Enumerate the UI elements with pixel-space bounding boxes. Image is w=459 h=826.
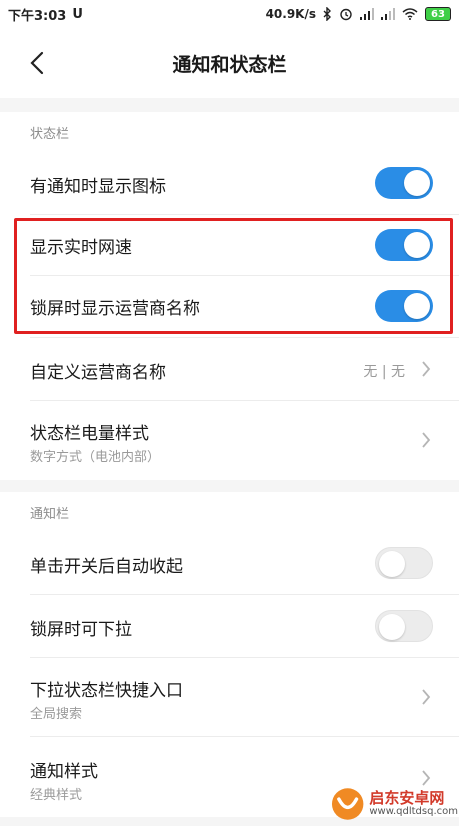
page-title: 通知和状态栏	[172, 54, 287, 76]
status-right-group: 40.9K/s 63	[266, 7, 451, 21]
row-label: 锁屏时可下拉	[30, 620, 132, 640]
watermark-logo-icon	[331, 788, 364, 820]
toggle-knob	[404, 170, 430, 196]
row-battery-style[interactable]: 状态栏电量样式 数字方式（电池内部）	[0, 401, 459, 479]
row-net-speed[interactable]: 显示实时网速	[0, 215, 459, 275]
row-label: 通知样式	[30, 762, 98, 782]
section-title-statusbar: 状态栏	[30, 127, 70, 142]
toggle-auto-collapse[interactable]	[375, 547, 433, 579]
toggle-carrier-lockscreen[interactable]	[375, 290, 433, 322]
row-value: 无 | 无	[363, 364, 405, 380]
toggle-knob	[404, 232, 430, 258]
row-lockscreen-pulldown[interactable]: 锁屏时可下拉	[0, 595, 459, 657]
status-app-indicator: U	[72, 6, 83, 22]
status-time: 下午3:03	[8, 8, 67, 24]
chevron-right-icon	[422, 689, 431, 705]
row-auto-collapse[interactable]: 单击开关后自动收起	[0, 532, 459, 594]
signal-icon-2	[381, 8, 395, 20]
watermark-brand: 启东安卓网	[369, 788, 445, 807]
status-net-speed: 40.9K/s	[265, 7, 316, 21]
header: 通知和状态栏	[0, 28, 459, 98]
row-sublabel: 数字方式（电池内部）	[30, 450, 161, 465]
signal-icon-1	[360, 8, 374, 20]
row-sublabel: 经典样式	[30, 788, 83, 803]
section-divider	[0, 98, 459, 112]
alarm-icon	[339, 7, 353, 21]
chevron-right-icon	[422, 361, 431, 377]
watermark-text: 启东安卓网 www.qdltdsq.com	[369, 788, 458, 817]
chevron-right-icon	[422, 432, 431, 448]
row-carrier-lockscreen[interactable]: 锁屏时显示运营商名称	[0, 276, 459, 336]
row-label: 有通知时显示图标	[30, 177, 166, 197]
row-label: 锁屏时显示运营商名称	[30, 299, 200, 319]
section-divider	[0, 480, 459, 492]
row-label: 下拉状态栏快捷入口	[30, 681, 183, 701]
status-bar: 下午3:03 U 40.9K/s 63	[0, 0, 459, 28]
wifi-icon	[402, 8, 418, 20]
battery-icon: 63	[425, 7, 451, 21]
row-notify-icon[interactable]: 有通知时显示图标	[0, 152, 459, 214]
row-label: 自定义运营商名称	[30, 363, 166, 383]
row-sublabel: 全局搜索	[30, 707, 83, 722]
toggle-knob	[404, 293, 430, 319]
toggle-notify-icon[interactable]	[375, 167, 433, 199]
section-title-notification: 通知栏	[30, 507, 70, 522]
row-label: 状态栏电量样式	[30, 424, 149, 444]
toggle-knob	[379, 551, 405, 577]
watermark: 启东安卓网 www.qdltdsq.com	[330, 784, 458, 824]
row-label: 显示实时网速	[30, 238, 132, 258]
toggle-net-speed[interactable]	[375, 229, 433, 261]
toggle-lockscreen-pulldown[interactable]	[375, 610, 433, 642]
row-custom-carrier[interactable]: 自定义运营商名称 无 | 无	[0, 338, 459, 400]
row-label: 单击开关后自动收起	[30, 557, 183, 577]
bluetooth-icon	[323, 7, 332, 21]
watermark-url: www.qdltdsq.com	[369, 805, 458, 817]
toggle-knob	[379, 614, 405, 640]
row-quick-entry[interactable]: 下拉状态栏快捷入口 全局搜索	[0, 658, 459, 736]
